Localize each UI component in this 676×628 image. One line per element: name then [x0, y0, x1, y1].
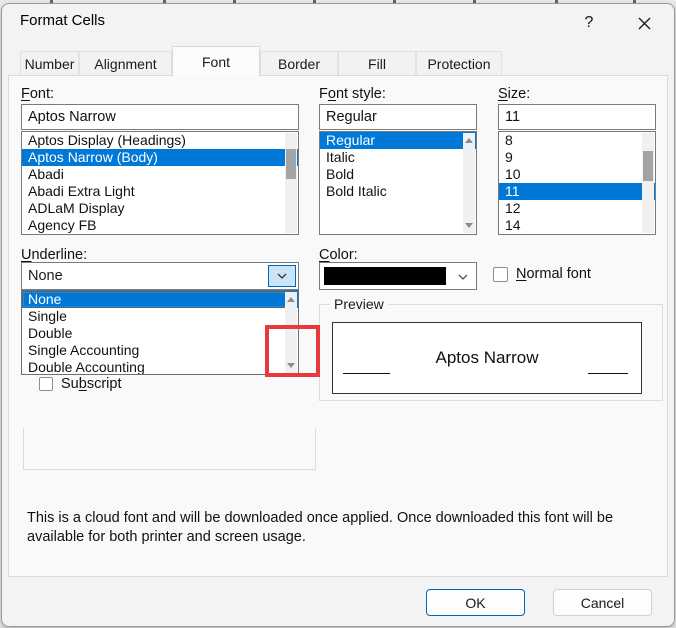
color-label: Color: [319, 247, 358, 263]
preview-box: Aptos Narrow [332, 322, 642, 394]
list-item[interactable]: 10 [499, 166, 655, 183]
font-style-label: Font style: [319, 86, 386, 102]
cloud-font-note: This is a cloud font and will be downloa… [27, 510, 614, 545]
format-cells-dialog: Format Cells ? Number Alignment Font Bor… [1, 3, 675, 627]
preview-text: Aptos Narrow [435, 348, 539, 367]
size-list-items: 8 9 10 11 12 14 [499, 132, 655, 234]
list-item[interactable]: Abadi [22, 166, 298, 183]
dialog-title: Format Cells [20, 12, 106, 29]
scroll-up-icon[interactable] [287, 297, 295, 302]
dropdown-option[interactable]: Single Accounting [22, 342, 298, 359]
close-button[interactable] [630, 10, 658, 36]
list-item[interactable]: 8 [499, 132, 655, 149]
dropdown-option[interactable]: Single [22, 308, 298, 325]
underline-dropdown-button[interactable] [268, 265, 296, 287]
subscript-checkbox[interactable] [39, 377, 53, 391]
underline-dropdown-list: None Single Double Single Accounting Double … [21, 290, 299, 375]
underline-value: None [28, 268, 63, 284]
tab-number[interactable]: Number [20, 51, 79, 76]
color-combobox[interactable] [319, 262, 477, 290]
scrollbar-thumb[interactable] [643, 151, 653, 181]
normal-font-label: Normal font [516, 266, 591, 282]
font-style-list: Regular Italic Bold Bold Italic [319, 131, 477, 235]
dropdown-option[interactable]: Double Accounting [22, 359, 298, 374]
scroll-up-icon[interactable] [465, 138, 473, 143]
tab-border[interactable]: Border [260, 51, 338, 76]
font-style-input[interactable] [319, 104, 477, 130]
list-item[interactable]: 12 [499, 200, 655, 217]
underline-combobox[interactable]: None [21, 262, 299, 290]
font-style-scrollbar[interactable] [463, 133, 475, 233]
underline-options: None Single Double Single Accounting Double … [22, 291, 298, 374]
ok-button[interactable]: OK [426, 589, 525, 616]
tab-protection[interactable]: Protection [416, 51, 502, 76]
normal-font-row: Normal font [493, 266, 591, 282]
list-item[interactable]: Italic [320, 149, 476, 166]
preview-groupbox: Preview Aptos Narrow [319, 296, 663, 401]
list-item[interactable]: 9 [499, 149, 655, 166]
chevron-down-icon[interactable] [458, 267, 468, 285]
preview-legend: Preview [330, 296, 388, 312]
list-item[interactable]: 11 [499, 183, 655, 200]
list-item[interactable]: Aptos Narrow (Body) [22, 149, 298, 166]
tab-font[interactable]: Font [172, 46, 260, 76]
list-item[interactable]: Bold [320, 166, 476, 183]
scroll-down-icon[interactable] [465, 223, 473, 228]
subscript-label: Subscript [61, 376, 122, 392]
effects-groupbox [23, 428, 316, 470]
help-icon: ? [584, 14, 594, 31]
font-list-items: Aptos Display (Headings) Aptos Narrow (Bo… [22, 132, 298, 234]
font-style-list-items: Regular Italic Bold Bold Italic [320, 132, 476, 200]
list-item[interactable]: Bold Italic [320, 183, 476, 200]
list-item[interactable]: Aptos Display (Headings) [22, 132, 298, 149]
list-item[interactable]: 14 [499, 217, 655, 234]
tab-alignment[interactable]: Alignment [79, 51, 172, 76]
subscript-row: Subscript [39, 376, 121, 392]
close-icon [638, 17, 650, 29]
size-scrollbar[interactable] [642, 133, 654, 233]
font-label: Font: [21, 86, 55, 102]
scrollbar-thumb[interactable] [286, 149, 296, 179]
list-item[interactable]: Regular [320, 132, 476, 149]
cancel-button[interactable]: Cancel [553, 589, 652, 616]
color-swatch [324, 267, 446, 285]
annotation-highlight [265, 325, 320, 377]
list-item[interactable]: ADLaM Display [22, 200, 298, 217]
underline-label: Underline: [21, 247, 88, 263]
help-button[interactable]: ? [576, 10, 602, 36]
list-item[interactable]: Agency FB [22, 217, 298, 234]
font-input[interactable] [21, 104, 299, 130]
normal-font-checkbox[interactable] [493, 266, 508, 282]
font-list: Aptos Display (Headings) Aptos Narrow (Bo… [21, 131, 299, 235]
size-input[interactable] [498, 104, 656, 130]
chevron-down-icon [277, 273, 287, 279]
list-item[interactable]: Abadi Extra Light [22, 183, 298, 200]
font-tab-page: Font: Aptos Display (Headings)Aptos Narr… [8, 75, 668, 577]
dropdown-option[interactable]: None [22, 291, 298, 308]
size-label: Size: [498, 86, 531, 102]
size-list: 8 9 10 11 12 14 [498, 131, 656, 235]
font-list-scrollbar[interactable] [285, 133, 297, 233]
dropdown-option[interactable]: Double [22, 325, 298, 342]
tab-fill[interactable]: Fill [338, 51, 416, 76]
